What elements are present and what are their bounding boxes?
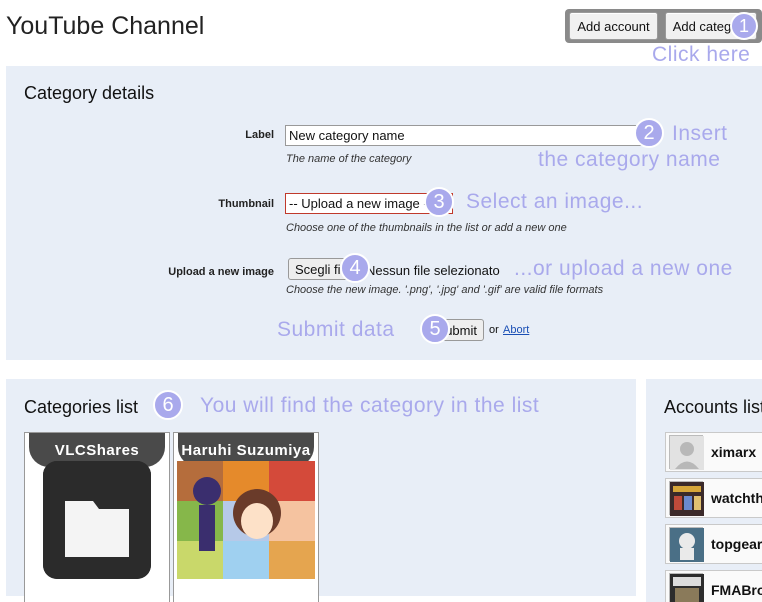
label-field-label: Label [245,129,274,141]
category-thumbnail-image [177,461,315,579]
or-text: or [489,324,499,336]
account-name: topgear [711,536,762,552]
step-4-marker: 4 [340,253,370,283]
upload-hint: Choose the new image. '.png', '.jpg' and… [286,284,604,296]
account-row[interactable]: ximarx [665,432,762,472]
file-status: Nessun file selezionato [366,263,500,278]
page-title: YouTube Channel [6,12,205,40]
category-tile-vlcshares[interactable]: VLCShares [24,432,170,602]
avatar [669,435,704,470]
tip-insert-2: the category name [538,148,721,171]
account-name: FMABro [711,582,762,598]
step-2-marker: 2 [634,118,664,148]
tip-find-in-list: You will find the category in the list [200,394,540,417]
category-tile-haruhi[interactable]: Haruhi Suzumiya [173,432,319,602]
account-name: ximarx [711,444,757,460]
thumbnail-field-label: Thumbnail [218,198,274,210]
avatar [669,527,704,562]
accounts-list-title: Accounts list [664,397,762,417]
avatar [669,481,704,516]
tip-click-here: Click here [652,43,751,66]
thumbnail-hint: Choose one of the thumbnails in the list… [286,222,567,234]
add-account-button[interactable]: Add account [569,12,658,40]
account-row[interactable]: FMABro [665,570,762,602]
avatar [669,573,704,602]
upload-field-label: Upload a new image [168,266,274,278]
account-name: watchth [711,490,762,506]
account-row[interactable]: topgear [665,524,762,564]
step-5-marker: 5 [420,314,450,344]
tip-insert-1: Insert [672,122,728,145]
step-3-marker: 3 [424,187,454,217]
abort-link[interactable]: Abort [503,324,529,336]
tip-select-image: Select an image... [466,190,644,213]
categories-list-title: Categories list [24,397,139,417]
category-name-input[interactable] [285,125,655,146]
step-1-marker: 1 [730,12,758,40]
tip-upload-new: ...or upload a new one [514,257,733,280]
account-row[interactable]: watchth [665,478,762,518]
tip-submit-data: Submit data [277,318,395,341]
folder-icon [43,461,151,579]
category-details-title: Category details [24,83,155,103]
step-6-marker: 6 [153,390,183,420]
label-hint: The name of the category [286,153,412,165]
